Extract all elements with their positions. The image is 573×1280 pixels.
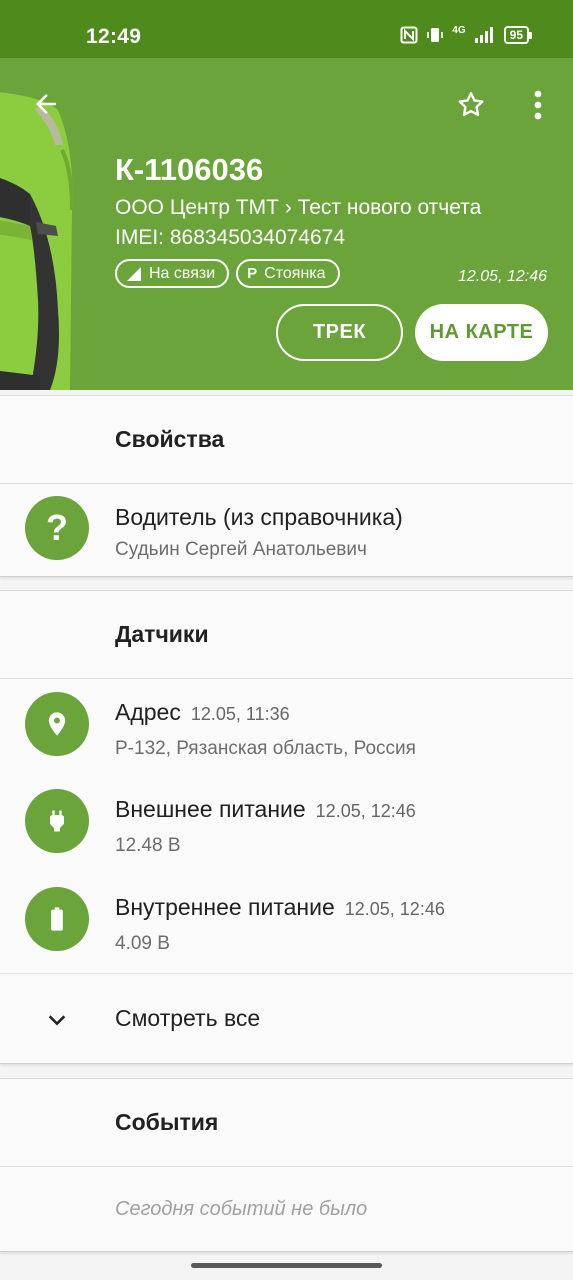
battery-icon: 95 [503,25,533,44]
see-all-label: Смотреть все [115,1005,261,1031]
home-indicator[interactable] [191,1263,382,1268]
last-update-time: 12.05, 12:46 [458,268,547,285]
car-image [0,92,74,390]
sensor-row-external-power[interactable]: Внешнее питание 12.05, 12:46 12.48 В [0,777,573,875]
sensor-value: 12.48 В [115,835,181,856]
status-bar: 12:49 4G 95 [0,0,573,58]
show-on-map-button[interactable]: НА КАРТЕ [415,304,548,361]
property-title: Водитель (из справочника) [115,504,403,530]
unit-header: К-1106036 ООО Центр ТМТ › Тест нового от… [0,58,573,390]
unit-breadcrumb: ООО Центр ТМТ › Тест нового отчета [115,196,482,219]
star-outline-icon [458,92,484,117]
more-options-button[interactable] [520,84,556,126]
properties-title: Свойства [0,396,573,484]
unit-imei: IMEI: 868345034074674 [115,226,346,249]
parking-icon: P [247,265,258,282]
track-button[interactable]: ТРЕК [276,304,403,361]
sensors-title: Датчики [0,591,573,679]
more-vert-icon [534,90,542,120]
plug-icon [25,789,89,853]
chip-parking-label: Стоянка [264,264,326,282]
status-time: 12:49 [86,25,142,48]
signal-strength-icon [474,26,494,44]
favorite-button[interactable] [450,84,492,126]
sensor-name: Адрес [115,699,181,725]
sensor-title: Внешнее питание 12.05, 12:46 [115,796,416,823]
vibrate-icon [426,26,444,44]
arrow-back-icon [36,94,56,114]
sensor-name: Внешнее питание [115,796,306,822]
sensor-title: Внутреннее питание 12.05, 12:46 [115,894,445,921]
properties-card: Свойства ? Водитель (из справочника) Суд… [0,395,573,577]
events-title: События [0,1079,573,1167]
chip-online: На связи [115,259,230,288]
signal-icon [126,266,142,282]
sensor-row-address[interactable]: Адрес 12.05, 11:36 Р-132, Рязанская облас… [0,679,573,777]
events-card: События Сегодня событий не было [0,1078,573,1252]
property-row-driver[interactable]: ? Водитель (из справочника) Судьин Серге… [0,484,573,576]
property-value: Судьин Сергей Анатольевич [115,539,367,560]
sensor-value: Р-132, Рязанская область, Россия [115,738,416,759]
sensor-value: 4.09 В [115,933,170,954]
chevron-down-icon [44,1007,70,1033]
sensor-time: 12.05, 12:46 [344,899,445,919]
sensor-row-internal-power[interactable]: Внутреннее питание 12.05, 12:46 4.09 В [0,875,573,973]
see-all-sensors-button[interactable]: Смотреть все [0,973,573,1063]
chip-online-label: На связи [149,264,216,282]
network-type-icon: 4G [452,25,466,36]
chip-parking: P Стоянка [236,259,340,288]
back-button[interactable] [26,84,66,124]
question-icon: ? [25,496,89,560]
status-icons: 4G 95 [400,25,533,44]
sensor-time: 12.05, 11:36 [190,704,290,724]
sensor-time: 12.05, 12:46 [315,801,416,821]
status-chips: На связи P Стоянка [115,259,340,288]
unit-title: К-1106036 [115,152,264,187]
location-pin-icon [25,692,89,756]
sensor-title: Адрес 12.05, 11:36 [115,699,290,726]
battery-full-icon [25,887,89,951]
sensors-card: Датчики Адрес 12.05, 11:36 Р-132, Рязанск… [0,590,573,1064]
nfc-icon [400,26,418,44]
events-empty-text: Сегодня событий не было [115,1197,368,1220]
sensor-name: Внутреннее питание [115,894,335,920]
